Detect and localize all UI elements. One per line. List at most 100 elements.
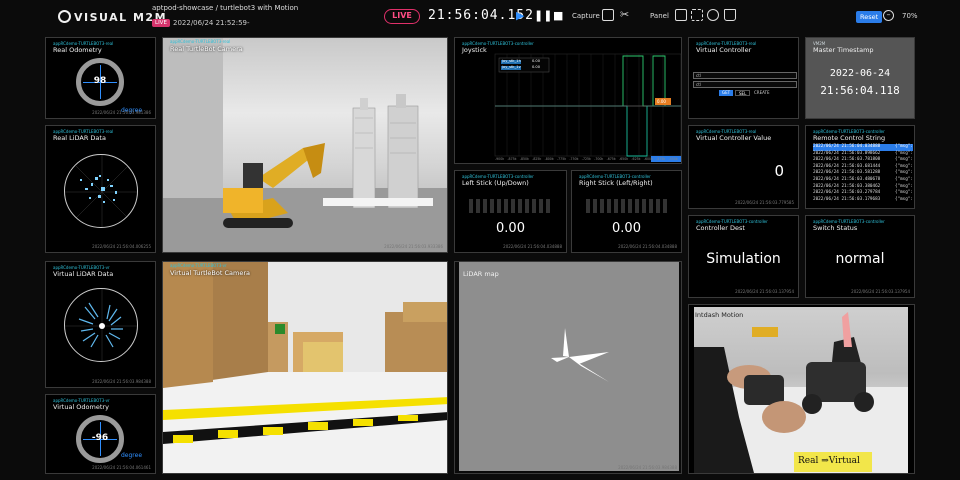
list-item[interactable]: 2022/06/24 21:56:03.179683 {"msg":: [813, 197, 913, 204]
real-odometry-panel[interactable]: appRCdemo-TURTLEBOT3-real Real Odometry …: [45, 37, 156, 119]
panel-timestamp: 2022/06/24 21:56:03.137954: [851, 289, 910, 294]
list-item-timestamp: 2022/06/24 21:56:03.681444: [813, 163, 881, 169]
controller-select[interactable]: ctl: [693, 72, 797, 79]
remote-control-list[interactable]: 2022/06/24 21:56:04.034888 {"msg": 2022/06…: [813, 144, 913, 203]
layout-panel-icon[interactable]: [707, 9, 719, 21]
virtual-controller-panel[interactable]: appRCdemo-TURTLEBOT3-real Virtual Contro…: [688, 37, 799, 119]
panel-title: Virtual Controller: [696, 46, 752, 54]
controller-value: 0: [774, 162, 784, 180]
panel-title: Virtual TurtleBot Camera: [170, 269, 250, 277]
joystick-line-chart: [494, 53, 682, 162]
calendar-capture-icon[interactable]: [602, 9, 614, 21]
x-tick-label: -900k: [495, 157, 505, 161]
right-stick-panel[interactable]: appRCdemo-TURTLEBOT3-controller Right St…: [571, 170, 682, 253]
lidar-map-canvas: LiDAR map: [459, 262, 679, 471]
list-item-timestamp: 2022/06/24 21:56:03.781808: [813, 157, 881, 163]
panel-label: Panel: [650, 12, 669, 20]
panel-timestamp: 2022/06/24 21:56:03.933386: [384, 244, 443, 249]
controller-input[interactable]: ctl: [693, 81, 797, 88]
list-item[interactable]: 2022/06/24 21:56:03.279784 {"msg":: [813, 190, 913, 197]
x-tick-label: -750k: [569, 157, 579, 161]
remote-control-string-panel[interactable]: appRCdemo-TURTLEBOT3-controller Remote C…: [805, 125, 915, 209]
panel-title: Real LiDAR Data: [53, 134, 106, 142]
list-item-message: {"msg":: [894, 157, 913, 163]
add-panel-icon[interactable]: [675, 9, 687, 21]
zoom-out-icon[interactable]: –: [883, 10, 894, 21]
x-tick-label: -850k: [519, 157, 529, 161]
panel-title: Real Odometry: [53, 46, 102, 54]
live-button[interactable]: LIVE: [384, 9, 420, 24]
pause-icon[interactable]: ❚❚: [534, 10, 552, 22]
panel-timestamp: 2022/06/24 21:56:04.034888: [618, 244, 677, 249]
real-virtual-sign: Real ⇒Virtual: [798, 456, 860, 466]
stop-icon[interactable]: ■: [553, 10, 563, 22]
legend-value-1: 0.00: [532, 59, 541, 63]
odometry-value: 98: [93, 76, 107, 86]
controller-create-option[interactable]: CREATE: [751, 90, 773, 96]
motion-camera-feed: Real ⇒Virtual: [694, 307, 908, 473]
virtual-odometry-panel[interactable]: appRCdemo-TURTLEBOT3-vr Virtual Odometry…: [45, 394, 156, 474]
zoom-level: 70%: [902, 12, 918, 20]
x-tick-label: -600k: [643, 157, 653, 161]
controller-get-button[interactable]: GET: [719, 90, 734, 96]
select-panel-icon[interactable]: [691, 9, 703, 21]
list-item[interactable]: 2022/06/24 21:56:03.781808 {"msg":: [813, 157, 913, 164]
lidar-radar-plot: [64, 288, 138, 362]
bar-meter: [586, 199, 667, 217]
panel-timestamp: 2022/06/24 21:56:04.061461: [92, 465, 151, 470]
panel-timestamp: 2022/06/24 21:56:03.779585: [735, 200, 794, 205]
panel-timestamp: 2022/06/24 21:56:03.984388: [92, 379, 151, 384]
lidar-radar-plot: [64, 154, 138, 228]
x-tick-label: -800k: [544, 157, 554, 161]
start-datetime: 2022/06/24 21:52:59-: [173, 19, 250, 27]
switch-status-panel[interactable]: appRCdemo-TURTLEBOT3-controller Switch S…: [805, 215, 915, 298]
list-item[interactable]: 2022/06/24 21:56:03.480678 {"msg":: [813, 177, 913, 184]
list-item-timestamp: 2022/06/24 21:56:04.034888: [813, 144, 881, 149]
x-tick-label: -625k: [631, 157, 641, 161]
odometry-value: -96: [91, 433, 109, 443]
virtual-controller-value-panel[interactable]: appRCdemo-TURTLEBOT3-real Virtual Contro…: [688, 125, 799, 209]
x-tick-label: -650k: [619, 157, 629, 161]
x-tick-label: -875k: [507, 157, 517, 161]
virtual-lidar-panel[interactable]: appRCdemo-TURTLEBOT3-vr Virtual LiDAR Da…: [45, 261, 156, 388]
panel-timestamp: 2022/06/24 21:56:03.981386: [92, 110, 151, 115]
list-item-message: {"msg":: [894, 170, 913, 176]
reset-button[interactable]: Reset: [856, 11, 883, 23]
panel-title: Left Stick (Up/Down): [462, 179, 529, 187]
panel-title: Virtual Controller Value: [696, 134, 772, 142]
trash-icon[interactable]: [724, 9, 736, 21]
top-bar: VISUAL M2M aptpod-showcase / turtlebot3 …: [40, 0, 920, 34]
panel-source-tag: appRCdemo-TURTLEBOT3-real: [170, 39, 231, 44]
master-time: 21:56:04.118: [820, 84, 900, 97]
real-camera-panel[interactable]: Real TurtleBot Camera appRCdemo-TURTLEBO…: [162, 37, 448, 253]
list-item-message: {"msg":: [894, 183, 913, 189]
left-stick-panel[interactable]: appRCdemo-TURTLEBOT3-controller Left Sti…: [454, 170, 567, 253]
intdash-motion-panel[interactable]: Real ⇒Virtual Intdash Motion: [688, 304, 915, 474]
controller-select-button[interactable]: SEL: [735, 90, 751, 96]
list-item[interactable]: 2022/06/24 21:56:03.581288 {"msg":: [813, 170, 913, 177]
chart-cursor-value: 0.00: [657, 99, 666, 104]
legend-series-1: joy_stk_1h: [502, 59, 521, 63]
list-item-message: {"msg":: [894, 176, 913, 182]
panel-timestamp: 2022/06/24 21:56:04.034888: [503, 244, 562, 249]
controller-dest-panel[interactable]: appRCdemo-TURTLEBOT3-controller Controll…: [688, 215, 799, 298]
x-tick-label: -725k: [581, 157, 591, 161]
panel-title: Virtual Odometry: [53, 403, 109, 411]
list-item-message: {"msg":: [894, 150, 913, 156]
play-icon[interactable]: ▶: [516, 10, 524, 22]
list-item-timestamp: 2022/06/24 21:56:03.898662: [813, 150, 881, 156]
list-item[interactable]: 2022/06/24 21:56:04.034888 {"msg":: [813, 144, 913, 151]
panel-timestamp: 2022/06/24 21:56:03.984388: [618, 465, 677, 470]
virtual-camera-feed: [163, 262, 447, 473]
switch-status-value: normal: [835, 251, 885, 267]
virtual-camera-panel[interactable]: Virtual TurtleBot Camera appRCdemo-TURTL…: [162, 261, 448, 474]
scissors-icon[interactable]: ✂: [620, 9, 632, 21]
stick-value: 0.00: [496, 221, 525, 236]
lidar-map-panel[interactable]: appRCdemo-TURTLEBOT3-vr LiDAR map 2022/0…: [454, 261, 682, 474]
breadcrumb[interactable]: aptpod-showcase / turtlebot3 with Motion: [152, 4, 298, 12]
panel-source-tag: appRCdemo-TURTLEBOT3-vr: [170, 263, 227, 268]
joystick-panel[interactable]: appRCdemo-TURTLEBOT3-controller Joystick…: [454, 37, 682, 164]
panel-title: Virtual LiDAR Data: [53, 270, 114, 278]
master-timestamp-panel[interactable]: VM2M Master Timestamp 2022-06-24 21:56:0…: [805, 37, 915, 119]
real-lidar-panel[interactable]: appRCdemo-TURTLEBOT3-real Real LiDAR Dat…: [45, 125, 156, 253]
